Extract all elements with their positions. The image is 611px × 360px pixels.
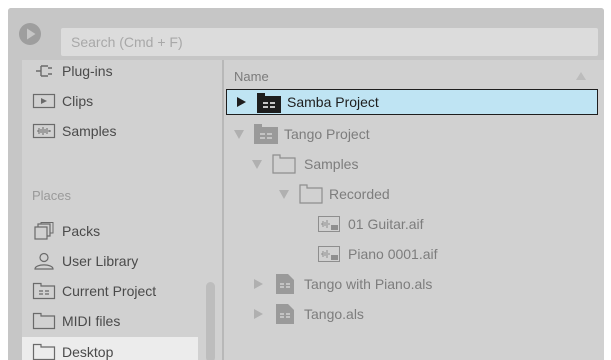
- packs-icon: [34, 222, 54, 240]
- sidebar-item-current-project[interactable]: Current Project: [22, 276, 198, 306]
- sidebar-item-label: MIDI files: [62, 313, 121, 329]
- browser-window: Search (Cmd + F) Plug-ins Clips Samples …: [8, 8, 604, 360]
- sidebar-item-label: Desktop: [62, 344, 114, 360]
- plugin-icon: [36, 65, 52, 77]
- sidebar-scrollbar[interactable]: [206, 282, 215, 360]
- tree-row-label: Tango.als: [304, 306, 364, 322]
- sample-icon: [32, 123, 56, 139]
- live-set-icon: [276, 274, 294, 294]
- search-input[interactable]: Search (Cmd + F): [61, 28, 598, 56]
- audio-file-icon: [318, 216, 340, 232]
- tree-row-tango-als[interactable]: Tango.als: [224, 299, 604, 329]
- folder-icon: [299, 184, 323, 204]
- sidebar-item-label: User Library: [62, 253, 139, 269]
- tree-row-recorded[interactable]: Recorded: [224, 179, 604, 209]
- folder-icon: [272, 154, 296, 174]
- sidebar-item-desktop[interactable]: Desktop: [22, 337, 198, 360]
- tree-row-tango-project[interactable]: Tango Project: [224, 119, 604, 149]
- tree-row-label: Tango with Piano.als: [304, 276, 433, 292]
- tree-row-piano-0001[interactable]: Piano 0001.aif: [224, 239, 604, 269]
- sidebar-item-label: Samples: [62, 123, 117, 139]
- tree-row-01-guitar[interactable]: 01 Guitar.aif: [224, 209, 604, 239]
- sidebar-item-label: Current Project: [62, 283, 157, 299]
- live-set-icon: [276, 304, 294, 324]
- sidebar: Plug-ins Clips Samples Places Packs User…: [22, 60, 222, 360]
- places-heading: Places: [32, 188, 72, 203]
- column-header-label: Name: [234, 69, 269, 84]
- user-icon: [34, 252, 54, 270]
- project-folder-icon: [257, 93, 281, 113]
- tree-row-samba-project[interactable]: Samba Project: [226, 89, 598, 115]
- sort-ascending-icon: [576, 72, 586, 80]
- sidebar-item-clips[interactable]: Clips: [22, 86, 198, 116]
- tree-row-label: Piano 0001.aif: [348, 246, 438, 262]
- tree-row-label: Samples: [304, 156, 359, 172]
- file-browser: Name Samba Project Tango Project Samples…: [224, 60, 604, 360]
- audio-file-icon: [318, 246, 340, 262]
- project-folder-icon: [254, 124, 278, 144]
- tree-row-label: 01 Guitar.aif: [348, 216, 424, 232]
- sidebar-item-midi-files[interactable]: MIDI files: [22, 306, 198, 336]
- play-icon[interactable]: [18, 22, 42, 46]
- sidebar-item-packs[interactable]: Packs: [22, 216, 198, 246]
- clip-icon: [32, 93, 56, 109]
- tree-row-label: Tango Project: [284, 126, 370, 142]
- collapse-arrow-icon[interactable]: [252, 160, 262, 169]
- sidebar-item-user-library[interactable]: User Library: [22, 246, 198, 276]
- collapse-arrow-icon[interactable]: [279, 190, 289, 199]
- tree-row-tango-with-piano[interactable]: Tango with Piano.als: [224, 269, 604, 299]
- project-folder-icon: [32, 282, 56, 300]
- expand-arrow-icon[interactable]: [237, 97, 246, 107]
- folder-icon: [32, 343, 56, 360]
- sidebar-item-label: Packs: [62, 223, 101, 239]
- expand-arrow-icon[interactable]: [254, 279, 263, 289]
- tree-row-samples[interactable]: Samples: [224, 149, 604, 179]
- sidebar-item-label: Plug-ins: [62, 63, 113, 79]
- expand-arrow-icon[interactable]: [254, 309, 263, 319]
- browser-toolbar: Search (Cmd + F): [8, 8, 604, 60]
- folder-icon: [32, 312, 56, 330]
- column-header-name[interactable]: Name: [224, 60, 604, 88]
- sidebar-item-samples[interactable]: Samples: [22, 116, 198, 146]
- collapse-arrow-icon[interactable]: [234, 130, 244, 139]
- sidebar-item-label: Clips: [62, 93, 94, 109]
- tree-row-label: Recorded: [329, 186, 390, 202]
- search-placeholder: Search (Cmd + F): [71, 34, 183, 50]
- tree-row-label: Samba Project: [287, 94, 379, 110]
- sidebar-item-plug-ins[interactable]: Plug-ins: [22, 60, 198, 86]
